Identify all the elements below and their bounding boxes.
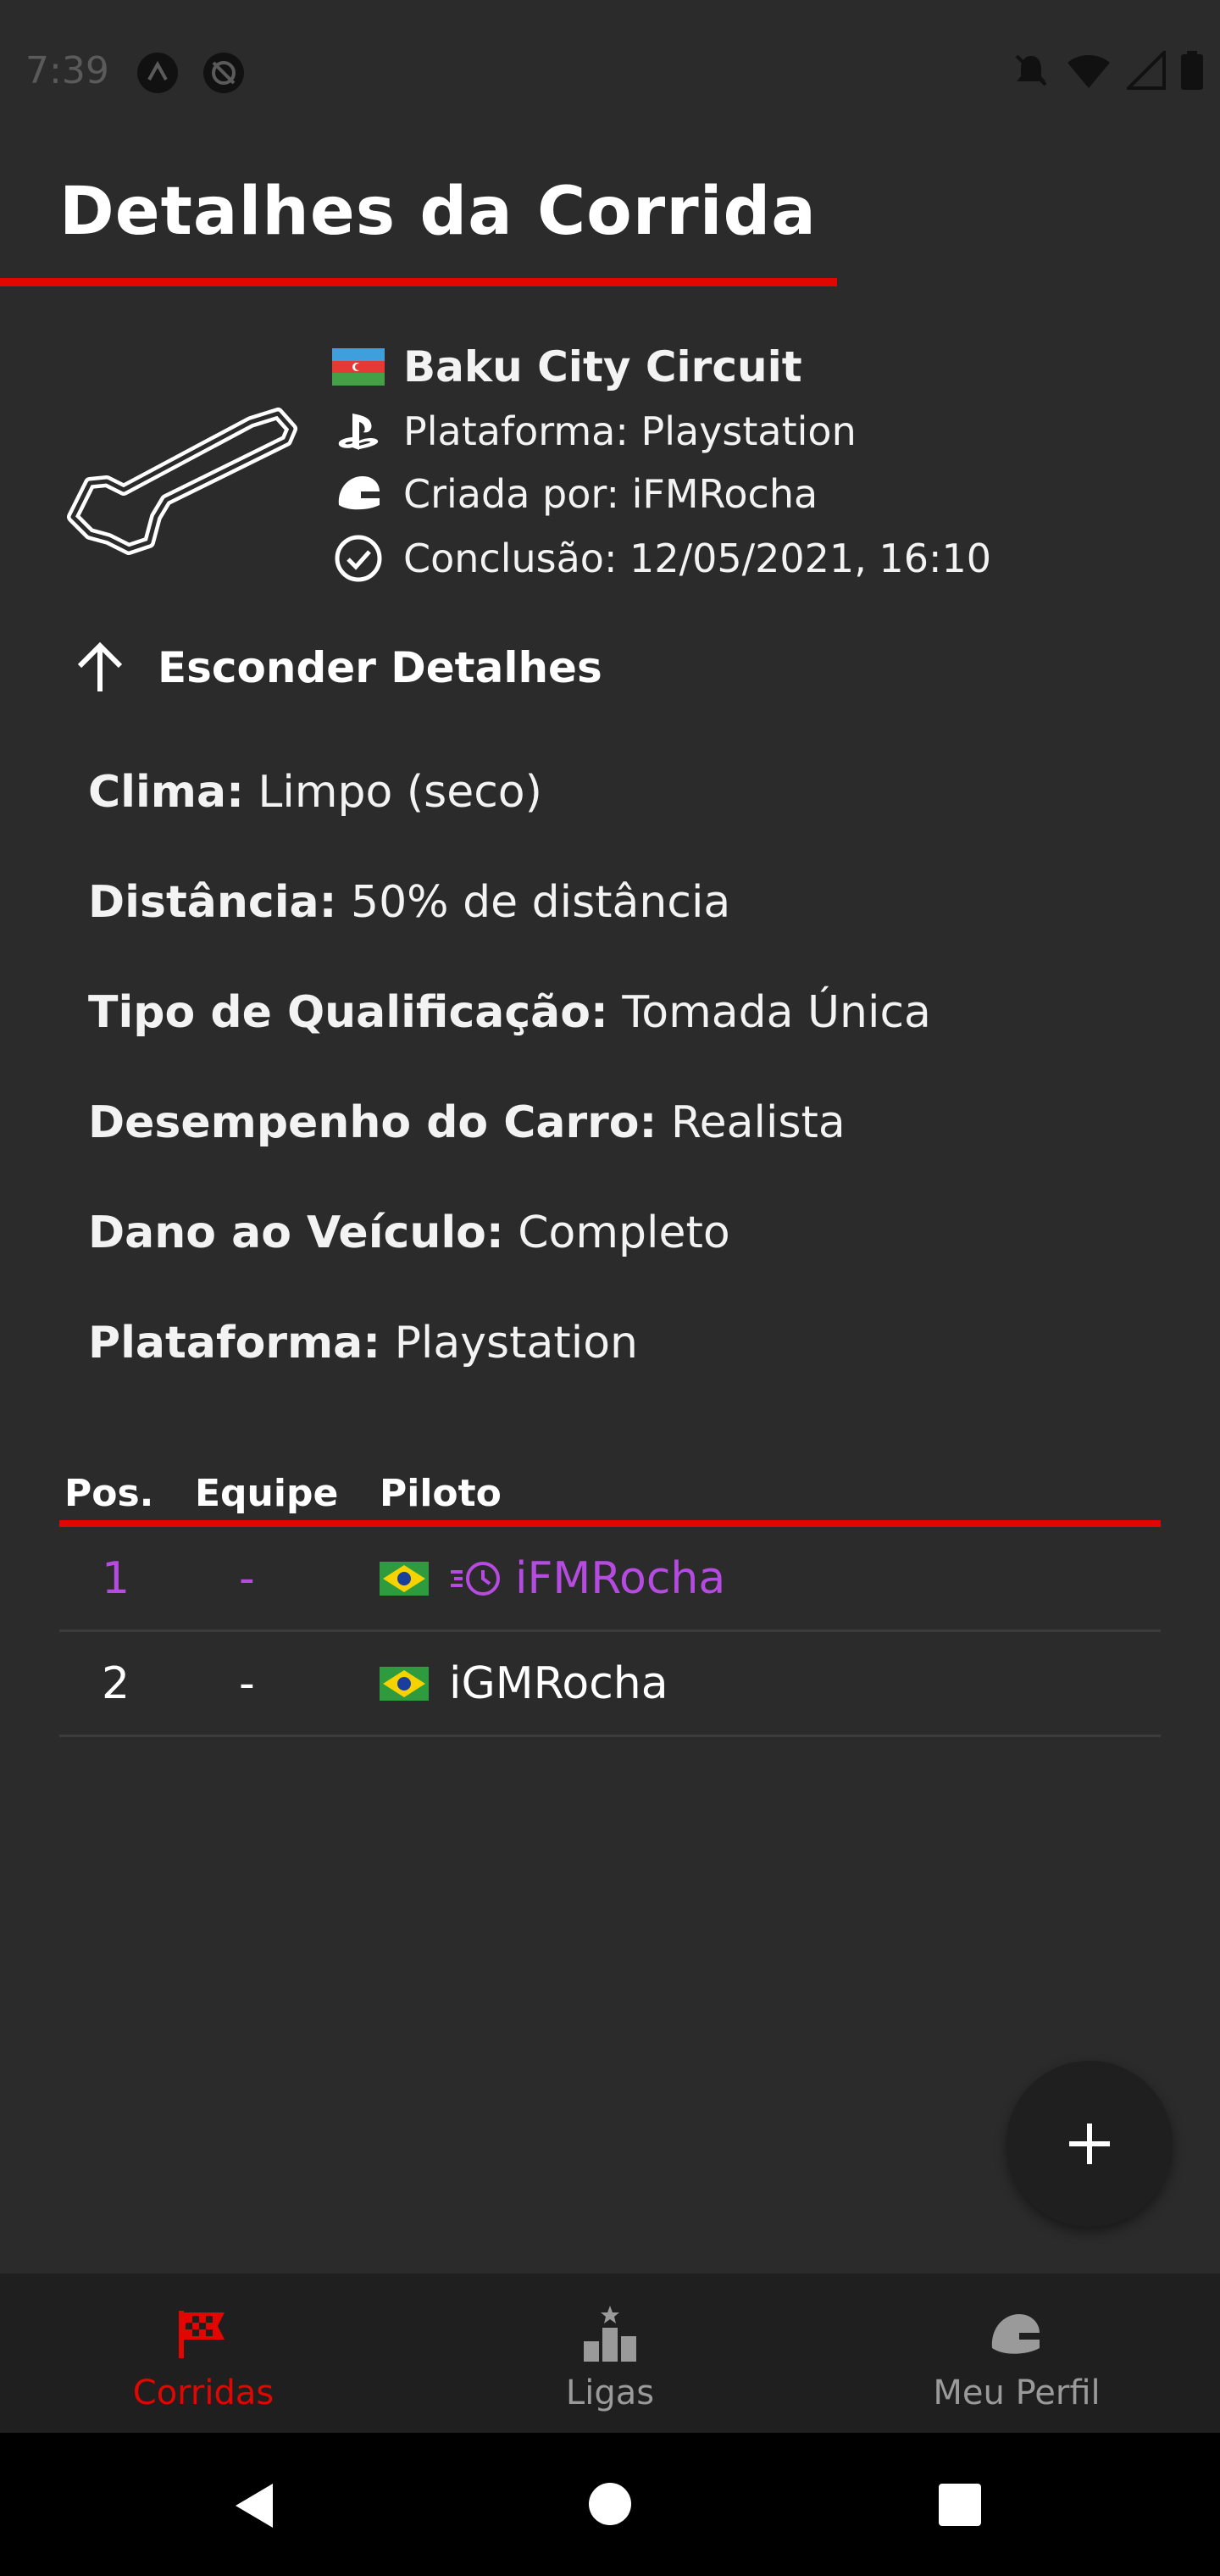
plus-icon <box>1069 2124 1110 2164</box>
arrow-up-icon <box>77 641 123 691</box>
bottom-nav: Corridas Ligas Meu Perfil <box>0 2273 1220 2433</box>
nav-item-leagues[interactable]: Ligas <box>407 2273 813 2433</box>
row-pos: 2 <box>102 1657 130 1709</box>
detail-value: Tomada Única <box>622 987 931 1038</box>
checkered-flag-icon <box>179 2311 225 2358</box>
detail-value: Limpo (seco) <box>258 767 542 818</box>
page-title: Detalhes da Corrida <box>59 174 817 250</box>
creator-text: Criada por: iFMRocha <box>403 471 818 517</box>
detail-label: Distância: <box>88 877 337 928</box>
detail-value: Completo <box>518 1208 730 1258</box>
driver-name: iGMRocha <box>449 1657 668 1709</box>
completion-text: Conclusão: 12/05/2021, 16:10 <box>403 536 991 581</box>
detail-weather: Clima: Limpo (seco) <box>88 767 931 877</box>
status-icons <box>1012 51 1203 90</box>
podium-icon <box>584 2306 636 2362</box>
detail-value: Playstation <box>394 1318 638 1368</box>
results-table: Pos. Equipe Piloto 1 - iFMRocha 2 - iGMR… <box>59 1466 1161 1737</box>
track-map-icon <box>67 408 297 555</box>
detail-label: Plataforma: <box>88 1318 381 1368</box>
header-driver: Piloto <box>380 1471 502 1515</box>
sync-notification-icon <box>203 53 244 93</box>
fastest-lap-icon <box>451 1561 500 1596</box>
header-team: Equipe <box>195 1471 339 1515</box>
system-nav-bar <box>0 2433 1220 2576</box>
battery-icon <box>1181 51 1203 90</box>
status-time: 7:39 <box>25 49 109 92</box>
detail-value: 50% de distância <box>350 877 731 928</box>
playstation-icon <box>338 414 379 450</box>
nav-label: Meu Perfil <box>933 2373 1101 2412</box>
nav-item-races[interactable]: Corridas <box>0 2273 407 2433</box>
wifi-icon <box>1068 55 1110 88</box>
azerbaijan-flag-icon <box>332 348 385 386</box>
detail-distance: Distância: 50% de distância <box>88 877 931 987</box>
home-icon[interactable] <box>586 2480 634 2528</box>
row-driver: iFMRocha <box>380 1553 1161 1604</box>
table-row[interactable]: 1 - iFMRocha <box>59 1527 1161 1632</box>
completion-row: Conclusão: 12/05/2021, 16:10 <box>332 532 991 585</box>
platform-text: Plataforma: Playstation <box>403 408 857 454</box>
brazil-flag-icon <box>380 1666 429 1701</box>
header-pos: Pos. <box>64 1471 154 1515</box>
results-header: Pos. Equipe Piloto <box>59 1466 1161 1527</box>
creator-row: Criada por: iFMRocha <box>332 468 818 520</box>
detail-platform: Plataforma: Playstation <box>88 1318 931 1428</box>
helmet-icon <box>338 476 380 510</box>
app-notification-icon <box>137 53 178 93</box>
detail-label: Desempenho do Carro: <box>88 1097 657 1148</box>
circuit-name: Baku City Circuit <box>403 342 802 391</box>
detail-car-performance: Desempenho do Carro: Realista <box>88 1097 931 1208</box>
add-button[interactable] <box>1006 2061 1173 2227</box>
platform-row: Plataforma: Playstation <box>332 405 857 458</box>
row-team: - <box>239 1552 255 1604</box>
nav-label: Ligas <box>565 2373 655 2412</box>
detail-qualifying: Tipo de Qualificação: Tomada Única <box>88 987 931 1097</box>
recents-icon[interactable] <box>937 2482 983 2528</box>
race-details: Clima: Limpo (seco) Distância: 50% de di… <box>88 767 931 1428</box>
row-pos: 1 <box>102 1552 130 1604</box>
detail-damage: Dano ao Veículo: Completo <box>88 1208 931 1318</box>
mute-icon <box>1015 54 1047 86</box>
status-bar: 7:39 <box>0 0 1220 144</box>
detail-value: Realista <box>670 1097 846 1148</box>
driver-name: iFMRocha <box>515 1552 726 1604</box>
circuit-row: Baku City Circuit <box>332 342 802 391</box>
row-driver: iGMRocha <box>380 1658 1161 1709</box>
nav-item-profile[interactable]: Meu Perfil <box>813 2273 1220 2433</box>
hide-details-label: Esconder Detalhes <box>158 643 602 692</box>
table-row[interactable]: 2 - iGMRocha <box>59 1632 1161 1737</box>
signal-icon <box>1127 51 1166 90</box>
row-team: - <box>239 1657 255 1709</box>
brazil-flag-icon <box>380 1561 429 1596</box>
detail-label: Tipo de Qualificação: <box>88 987 608 1038</box>
detail-label: Dano ao Veículo: <box>88 1208 504 1258</box>
back-icon[interactable] <box>230 2480 278 2531</box>
hide-details-toggle[interactable]: Esconder Detalhes <box>68 636 602 700</box>
title-underline <box>0 278 837 286</box>
helmet-icon <box>991 2314 1040 2354</box>
detail-label: Clima: <box>88 767 244 818</box>
check-circle-icon <box>335 535 382 582</box>
nav-label: Corridas <box>132 2373 274 2412</box>
